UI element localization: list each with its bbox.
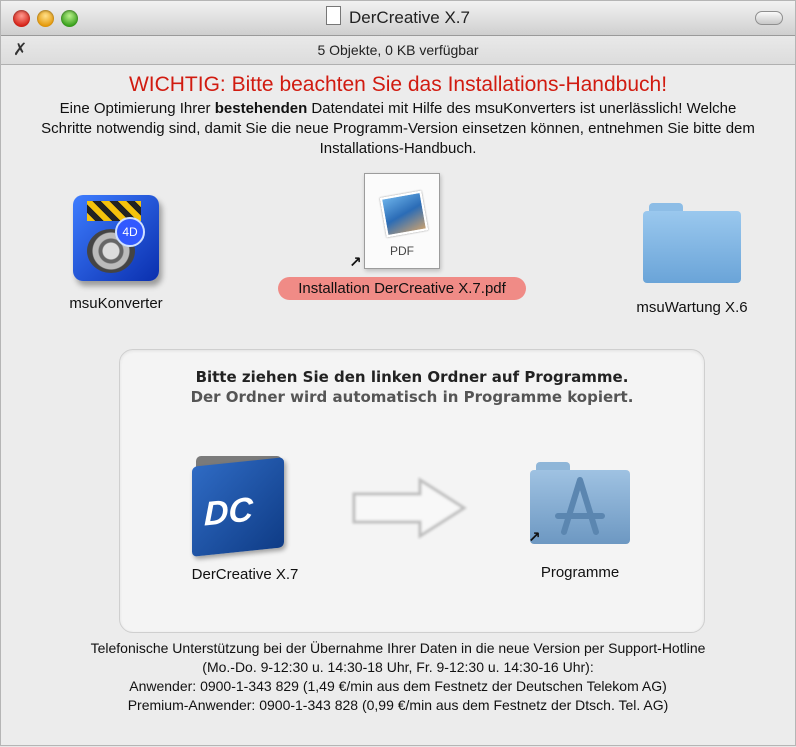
pdf-label-wrap: Installation DerCreative X.7.pdf [277,277,527,300]
intro-part1: Eine Optimierung Ihrer [59,100,215,117]
folder-label: msuWartung X.6 [636,299,748,316]
alias-arrow-icon: ↗ [349,254,362,271]
install-panel: Bitte ziehen Sie den linken Ordner auf P… [119,349,705,633]
dercreative-label: DerCreative X.7 [191,566,299,583]
folder-msuwartung[interactable]: msuWartung X.6 [617,203,767,316]
folder-body [643,211,741,283]
pdf-document-icon: PDF [364,173,440,269]
file-label: msuKonverter [69,295,163,312]
status-bar: ✗ 5 Objekte, 0 KB verfügbar [1,36,795,65]
support-info: Telefonische Unterstützung bei der Übern… [21,639,775,715]
folder-body [530,470,630,544]
window-title-wrap: DerCreative X.7 [1,6,795,28]
toolbar-toggle-button[interactable] [755,11,783,25]
folder-front: DC [192,457,284,557]
window-title: DerCreative X.7 [349,8,470,27]
finder-window: DerCreative X.7 ✗ 5 Objekte, 0 KB verfüg… [0,0,796,746]
install-instruction: Bitte ziehen Sie den linken Ordner auf P… [195,368,629,386]
file-label-selected: Installation DerCreative X.7.pdf [278,277,526,300]
drag-arrow-icon [350,476,468,540]
applications-folder-icon[interactable]: ↗ [528,462,630,546]
pdf-preview-image [379,190,429,238]
window-content: WICHTIG: Bitte beachten Sie das Installa… [1,65,795,747]
dercreative-folder-icon[interactable]: DC [192,456,288,557]
konverter-cube-icon: 4D [73,195,159,281]
support-line-4: Premium-Anwender: 0900-1-343 828 (0,99 €… [127,697,669,713]
status-text: 5 Objekte, 0 KB verfügbar [317,42,479,58]
install-subtitle: Der Ordner wird automatisch in Programme… [190,388,634,406]
folder-icon [643,203,741,283]
pin-icon: ✗ [13,40,28,59]
intro-text: Eine Optimierung Ihrer bestehenden Daten… [41,99,755,159]
programme-label: Programme [540,564,620,581]
4d-badge-icon: 4D [115,217,145,247]
intro-bold: bestehenden [214,100,308,117]
warning-heading: WICHTIG: Bitte beachten Sie das Installa… [128,73,668,96]
file-msukonverter[interactable]: 4D msuKonverter [41,195,191,312]
support-line-2: (Mo.-Do. 9-12:30 u. 14:30-18 Uhr, Fr. 9-… [202,659,594,675]
file-installation-pdf[interactable]: PDF ↗ Installation DerCreative X.7.pdf [277,173,527,300]
title-bar[interactable]: DerCreative X.7 [1,1,795,36]
support-line-3: Anwender: 0900-1-343 829 (1,49 €/min aus… [129,678,667,694]
dc-logo: DC [204,490,254,534]
alias-arrow-icon: ↗ [528,529,541,546]
support-line-1: Telefonische Unterstützung bei der Übern… [90,640,706,656]
pdf-badge: PDF [390,244,414,258]
disk-image-icon [326,6,342,25]
